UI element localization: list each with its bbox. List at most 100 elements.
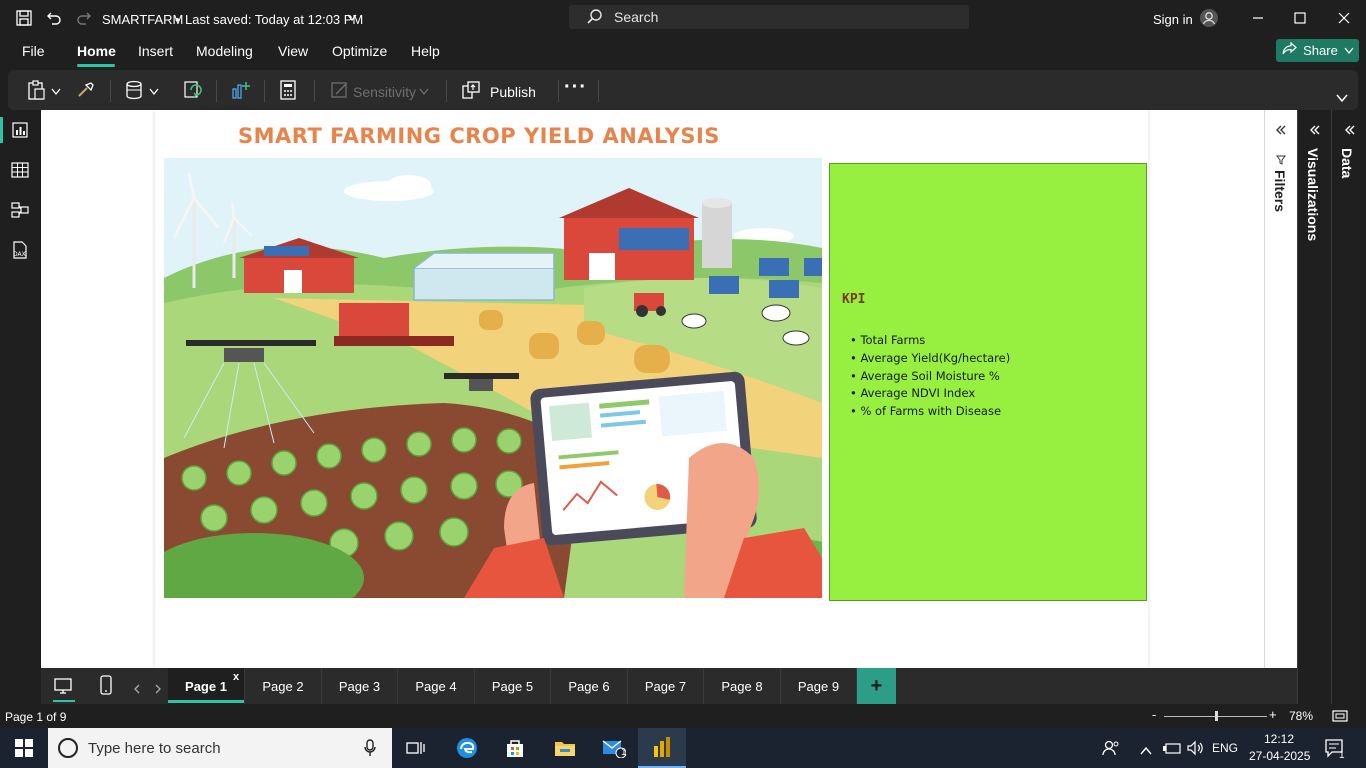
data-pane[interactable]: Data [1331,110,1366,704]
search-input[interactable]: Search [569,5,969,29]
menu-view[interactable]: View [278,43,308,59]
double-chevron-left-icon[interactable] [1309,122,1321,140]
format-painter-button[interactable] [76,81,96,103]
chevron-down-icon[interactable] [342,8,362,28]
edge-browser-icon[interactable] [443,728,491,768]
zoom-slider-thumb[interactable] [1214,711,1218,721]
chevron-up-icon[interactable] [1140,742,1152,760]
zoom-in-button[interactable]: + [1269,707,1277,722]
table-view-icon[interactable] [10,160,30,180]
page-tab-6[interactable]: Page 6 [551,668,628,704]
more-options-button[interactable]: ··· [564,76,587,98]
people-icon[interactable] [1102,739,1120,762]
file-name[interactable]: SMARTFARM [102,12,183,27]
share-icon [1281,41,1298,59]
double-chevron-left-icon[interactable] [1275,122,1287,140]
chevron-down-icon [1336,90,1348,108]
ribbon-divider [314,80,315,102]
double-chevron-left-icon[interactable] [1344,122,1356,140]
publish-button[interactable]: Publish [460,80,536,103]
page-tab-1[interactable]: Page 1 x [168,668,245,704]
zoom-level[interactable]: 78% [1289,709,1313,723]
maximize-button[interactable] [1278,6,1322,30]
active-layout-indicator [53,700,75,702]
menu-home[interactable]: Home [77,43,116,59]
minimize-button[interactable] [1236,6,1280,30]
battery-icon[interactable] [1162,740,1182,761]
menu-modeling[interactable]: Modeling [196,43,253,59]
close-page-icon[interactable]: x [233,671,239,683]
filters-pane[interactable]: Filters [1264,110,1297,668]
sign-in-link[interactable]: Sign in [1153,12,1193,27]
paste-button[interactable] [26,79,61,103]
clock-date[interactable]: 27-04-2025 [1249,749,1310,763]
avatar-icon[interactable] [1199,8,1219,28]
kpi-card[interactable]: KPI • Total Farms • Average Yield(Kg/hec… [829,163,1147,601]
taskbar-search-placeholder: Type here to search [88,740,221,757]
taskbar-search-input[interactable]: Type here to search [48,728,392,768]
new-visual-button[interactable] [230,81,252,103]
svg-text:DAX: DAX [13,251,26,258]
smart-farming-illustration[interactable] [164,158,822,598]
data-label[interactable]: Data [1339,148,1355,178]
clock-time[interactable]: 12:12 [1264,732,1294,746]
menu-optimize[interactable]: Optimize [332,43,387,59]
power-bi-icon[interactable] [638,728,686,768]
get-data-button[interactable] [124,80,159,103]
visualizations-label[interactable]: Visualizations [1305,148,1321,241]
file-explorer-icon[interactable] [541,728,589,768]
page-tab-3[interactable]: Page 3 [322,668,398,704]
refresh-button[interactable] [182,80,204,103]
model-view-icon[interactable] [10,200,30,220]
visualizations-pane[interactable]: Visualizations [1297,110,1331,704]
fit-to-page-icon[interactable] [1332,709,1348,727]
bullet-separator: • [175,12,180,27]
report-view-icon[interactable] [10,120,30,140]
store-icon[interactable] [491,728,539,768]
menu-help[interactable]: Help [411,43,440,59]
windows-taskbar: Type here to search 1 ENG 12:12 27-04-20… [0,728,1366,768]
ribbon-divider [446,80,447,102]
dax-query-view-icon[interactable]: DAX [10,240,30,260]
mail-icon[interactable]: 1 [590,728,638,768]
save-icon[interactable] [14,8,34,28]
active-menu-indicator [77,64,115,67]
add-page-button[interactable]: + [857,668,896,704]
page-tab-9[interactable]: Page 9 [781,668,857,704]
new-calculation-button[interactable] [278,79,298,103]
page-tab-2[interactable]: Page 2 [245,668,322,704]
sensitivity-button[interactable]: Sensitivity [330,81,429,103]
task-view-icon[interactable] [392,728,440,768]
ribbon-collapse-button[interactable] [1336,88,1348,110]
microphone-icon[interactable] [364,739,376,762]
more-options-label: ··· [564,75,587,98]
page-tab-8[interactable]: Page 8 [704,668,781,704]
paintbrush-icon [76,80,96,105]
page-tab-7[interactable]: Page 7 [628,668,704,704]
filters-label[interactable]: Filters [1272,170,1288,212]
next-page-icon[interactable] [154,681,162,699]
language-indicator[interactable]: ENG [1212,741,1238,755]
zoom-out-button[interactable]: - [1152,707,1156,722]
mobile-layout-icon[interactable] [99,675,113,700]
menu-file[interactable]: File [22,43,45,59]
previous-page-icon[interactable] [133,681,141,699]
ribbon-divider [264,80,265,102]
page-tab-4[interactable]: Page 4 [398,668,475,704]
menu-bar: File Home Insert Modeling View Optimize … [0,36,1366,68]
undo-icon[interactable] [44,8,64,28]
windows-start-icon[interactable] [0,728,48,768]
page-tab-5[interactable]: Page 5 [475,668,551,704]
speaker-icon[interactable] [1186,739,1204,762]
saved-status[interactable]: Last saved: Today at 12:03 PM [185,12,363,27]
page-tab-label: Page 7 [644,678,687,694]
page-indicator: Page 1 of 9 [5,710,67,724]
share-button[interactable]: Share [1276,39,1359,62]
redo-icon[interactable] [74,8,94,28]
close-button[interactable] [1322,6,1366,30]
zoom-controls: - + 78% [1152,707,1362,727]
report-title[interactable]: SMART FARMING CROP YIELD ANALYSIS [238,124,720,148]
share-label: Share [1303,43,1338,58]
desktop-layout-icon[interactable] [53,676,73,701]
menu-insert[interactable]: Insert [138,43,173,59]
